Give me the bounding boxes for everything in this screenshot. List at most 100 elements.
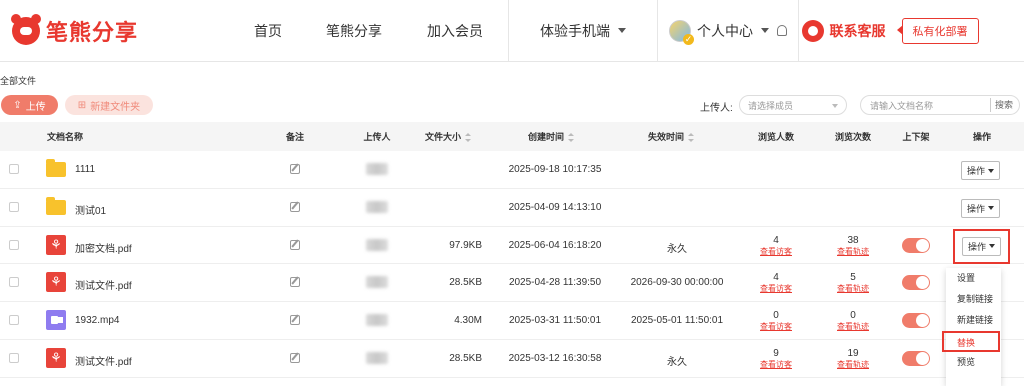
note-edit[interactable]	[290, 201, 300, 212]
toggle-switch[interactable]	[902, 275, 930, 291]
file-size: 28.5KB	[449, 352, 482, 364]
user-center-menu[interactable]: 个人中心	[658, 0, 798, 61]
row-checkbox[interactable]	[9, 315, 19, 326]
checkbox[interactable]	[9, 164, 19, 174]
nav-share[interactable]: 笔熊分享	[306, 0, 402, 61]
upload-icon: ⇪	[13, 99, 22, 111]
blurred-name	[366, 314, 388, 327]
shelf-toggle[interactable]	[902, 275, 930, 291]
row-checkbox[interactable]	[9, 352, 19, 363]
table-row[interactable]: ⚘ 测试文件.pdf 28.5KB 2025-03-12 16:30:58 永久…	[0, 340, 1024, 378]
checkbox[interactable]	[9, 277, 19, 288]
views-count: 0	[850, 310, 856, 322]
viewers-count: 4	[773, 272, 779, 284]
caret-down-icon	[988, 206, 995, 211]
nav-membership[interactable]: 加入会员	[402, 0, 508, 61]
viewers-cell: 0 查看访客	[748, 310, 804, 332]
uploader-avatar	[366, 276, 388, 289]
note-edit[interactable]	[290, 164, 300, 174]
note-edit[interactable]	[290, 352, 300, 363]
note-edit[interactable]	[290, 315, 300, 326]
private-deploy-button[interactable]: 私有化部署	[896, 17, 979, 44]
edit-icon	[290, 201, 300, 212]
shelf-toggle[interactable]	[902, 237, 930, 253]
file-name[interactable]: 测试文件.pdf	[75, 277, 132, 292]
table-row[interactable]: 1932.mp4 4.30M 2025-03-31 11:50:01 2025-…	[0, 302, 1024, 340]
expire-time: 2025-05-01 11:50:01	[630, 315, 724, 327]
operations-cell: 操作	[961, 198, 1001, 218]
table-row[interactable]: 测试01 2025-04-09 14:13:10 操作	[0, 189, 1024, 227]
col-expire[interactable]: 失效时间	[648, 130, 700, 143]
new-folder-button[interactable]: ⊞ 新建文件夹	[65, 95, 153, 115]
dropdown-item[interactable]: 新建链接	[946, 310, 1001, 331]
table-header: 文档名称 备注 上传人 文件大小 创建时间 失效时间 浏览人数 浏览次数 上下架…	[0, 122, 1024, 151]
checkbox[interactable]	[9, 315, 19, 326]
shelf-toggle[interactable]	[902, 313, 930, 329]
search-input[interactable]: 请输入文档名称 搜索	[860, 95, 1020, 115]
logo[interactable]: 笔熊分享	[0, 0, 230, 61]
file-type-icon: ⚘	[46, 272, 66, 293]
view-track-link[interactable]: 查看轨迹	[825, 359, 881, 370]
created-time: 2025-09-18 10:17:35	[508, 164, 602, 175]
col-size[interactable]: 文件大小	[425, 130, 475, 143]
file-name[interactable]: 测试文件.pdf	[75, 353, 132, 368]
row-checkbox[interactable]	[9, 277, 19, 288]
file-type-icon: ⚘	[46, 347, 66, 368]
blurred-name	[366, 351, 388, 364]
sort-icon	[688, 133, 695, 143]
dropdown-item[interactable]: 复制链接	[946, 289, 1001, 310]
contact-service[interactable]: 联系客服 私有化部署	[799, 0, 981, 61]
table-row[interactable]: ⚘ 加密文档.pdf 97.9KB 2025-06-04 16:18:20 永久…	[0, 227, 1024, 265]
search-button[interactable]: 搜索	[989, 98, 1019, 112]
dropdown-item[interactable]: 设置	[946, 268, 1001, 289]
uploader-avatar	[366, 163, 388, 175]
view-track-link[interactable]: 查看轨迹	[825, 321, 881, 332]
note-edit[interactable]	[290, 239, 300, 250]
file-name[interactable]: 加密文档.pdf	[75, 240, 132, 255]
table-row[interactable]: ⚘ 测试文件.pdf 28.5KB 2025-04-28 11:39:50 20…	[0, 264, 1024, 303]
row-checkbox[interactable]	[9, 239, 19, 250]
checkbox[interactable]	[9, 239, 19, 250]
headset-icon	[801, 19, 824, 42]
view-visitors-link[interactable]: 查看访客	[748, 246, 804, 257]
bell-icon[interactable]	[777, 25, 787, 36]
operations-button[interactable]: 操作	[962, 236, 1002, 256]
view-visitors-link[interactable]: 查看访客	[748, 321, 804, 332]
operations-button[interactable]: 操作	[961, 198, 1001, 218]
file-name[interactable]: 测试01	[75, 202, 106, 217]
row-checkbox[interactable]	[9, 164, 19, 174]
upload-button[interactable]: ⇪ 上传	[1, 95, 58, 115]
folder-icon	[46, 196, 66, 215]
dropdown-item[interactable]: 替换	[942, 331, 1000, 352]
expire-time: 永久	[667, 356, 687, 368]
file-name[interactable]: 1932.mp4	[75, 315, 119, 326]
checkbox[interactable]	[9, 352, 19, 363]
viewers-count: 4	[773, 234, 779, 246]
shelf-toggle[interactable]	[902, 350, 930, 366]
table-row[interactable]: 1111 2025-09-18 10:17:35 操作	[0, 151, 1024, 189]
main-nav: 首页 笔熊分享 加入会员 体验手机端 个人中心 联系客服 私有化部署	[230, 0, 981, 61]
toggle-switch[interactable]	[902, 237, 930, 253]
operations-cell: 操作	[953, 228, 1011, 264]
uploader-select[interactable]: 请选择成员	[739, 95, 847, 115]
col-viewers: 浏览人数	[757, 132, 794, 142]
file-name[interactable]: 1111	[75, 164, 95, 175]
views-cell: 0 查看轨迹	[825, 310, 881, 332]
checkbox[interactable]	[9, 201, 19, 212]
nav-home[interactable]: 首页	[230, 0, 306, 61]
note-edit[interactable]	[290, 277, 300, 288]
view-track-link[interactable]: 查看轨迹	[825, 283, 881, 294]
viewers-cell: 9 查看访客	[748, 348, 804, 370]
view-visitors-link[interactable]: 查看访客	[748, 283, 804, 294]
toggle-switch[interactable]	[902, 350, 930, 366]
row-checkbox[interactable]	[9, 201, 19, 212]
col-views: 浏览次数	[834, 132, 871, 142]
toggle-switch[interactable]	[902, 313, 930, 329]
operations-button[interactable]: 操作	[961, 161, 1001, 180]
view-track-link[interactable]: 查看轨迹	[825, 246, 881, 257]
dropdown-item[interactable]: 预览	[946, 352, 1001, 373]
view-visitors-link[interactable]: 查看访客	[748, 359, 804, 370]
col-created[interactable]: 创建时间	[528, 130, 578, 143]
nav-mobile[interactable]: 体验手机端	[509, 0, 657, 61]
breadcrumb[interactable]: 全部文件	[0, 74, 36, 87]
